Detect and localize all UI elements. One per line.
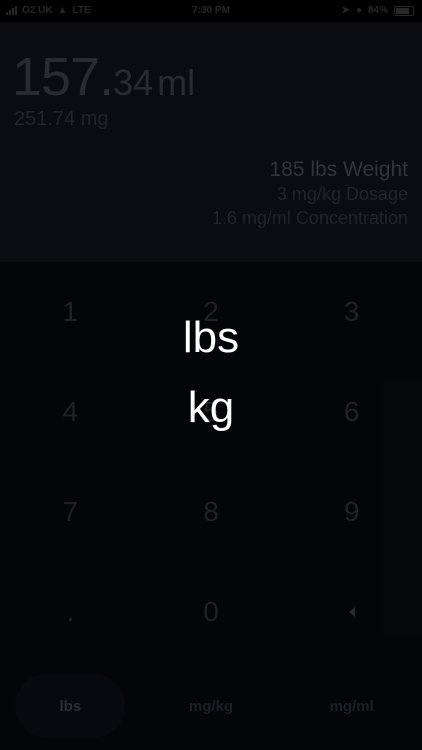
calculator-screen: O2 UK ▲ LTE 7:30 PM ➤ ● 84% 157.34 ml 251… [0,0,422,750]
picker-option-kg[interactable]: kg [0,375,422,445]
unit-picker: lbs kg [0,305,422,445]
picker-option-lbs[interactable]: lbs [0,305,422,375]
unit-picker-overlay[interactable]: lbs kg [0,0,422,750]
